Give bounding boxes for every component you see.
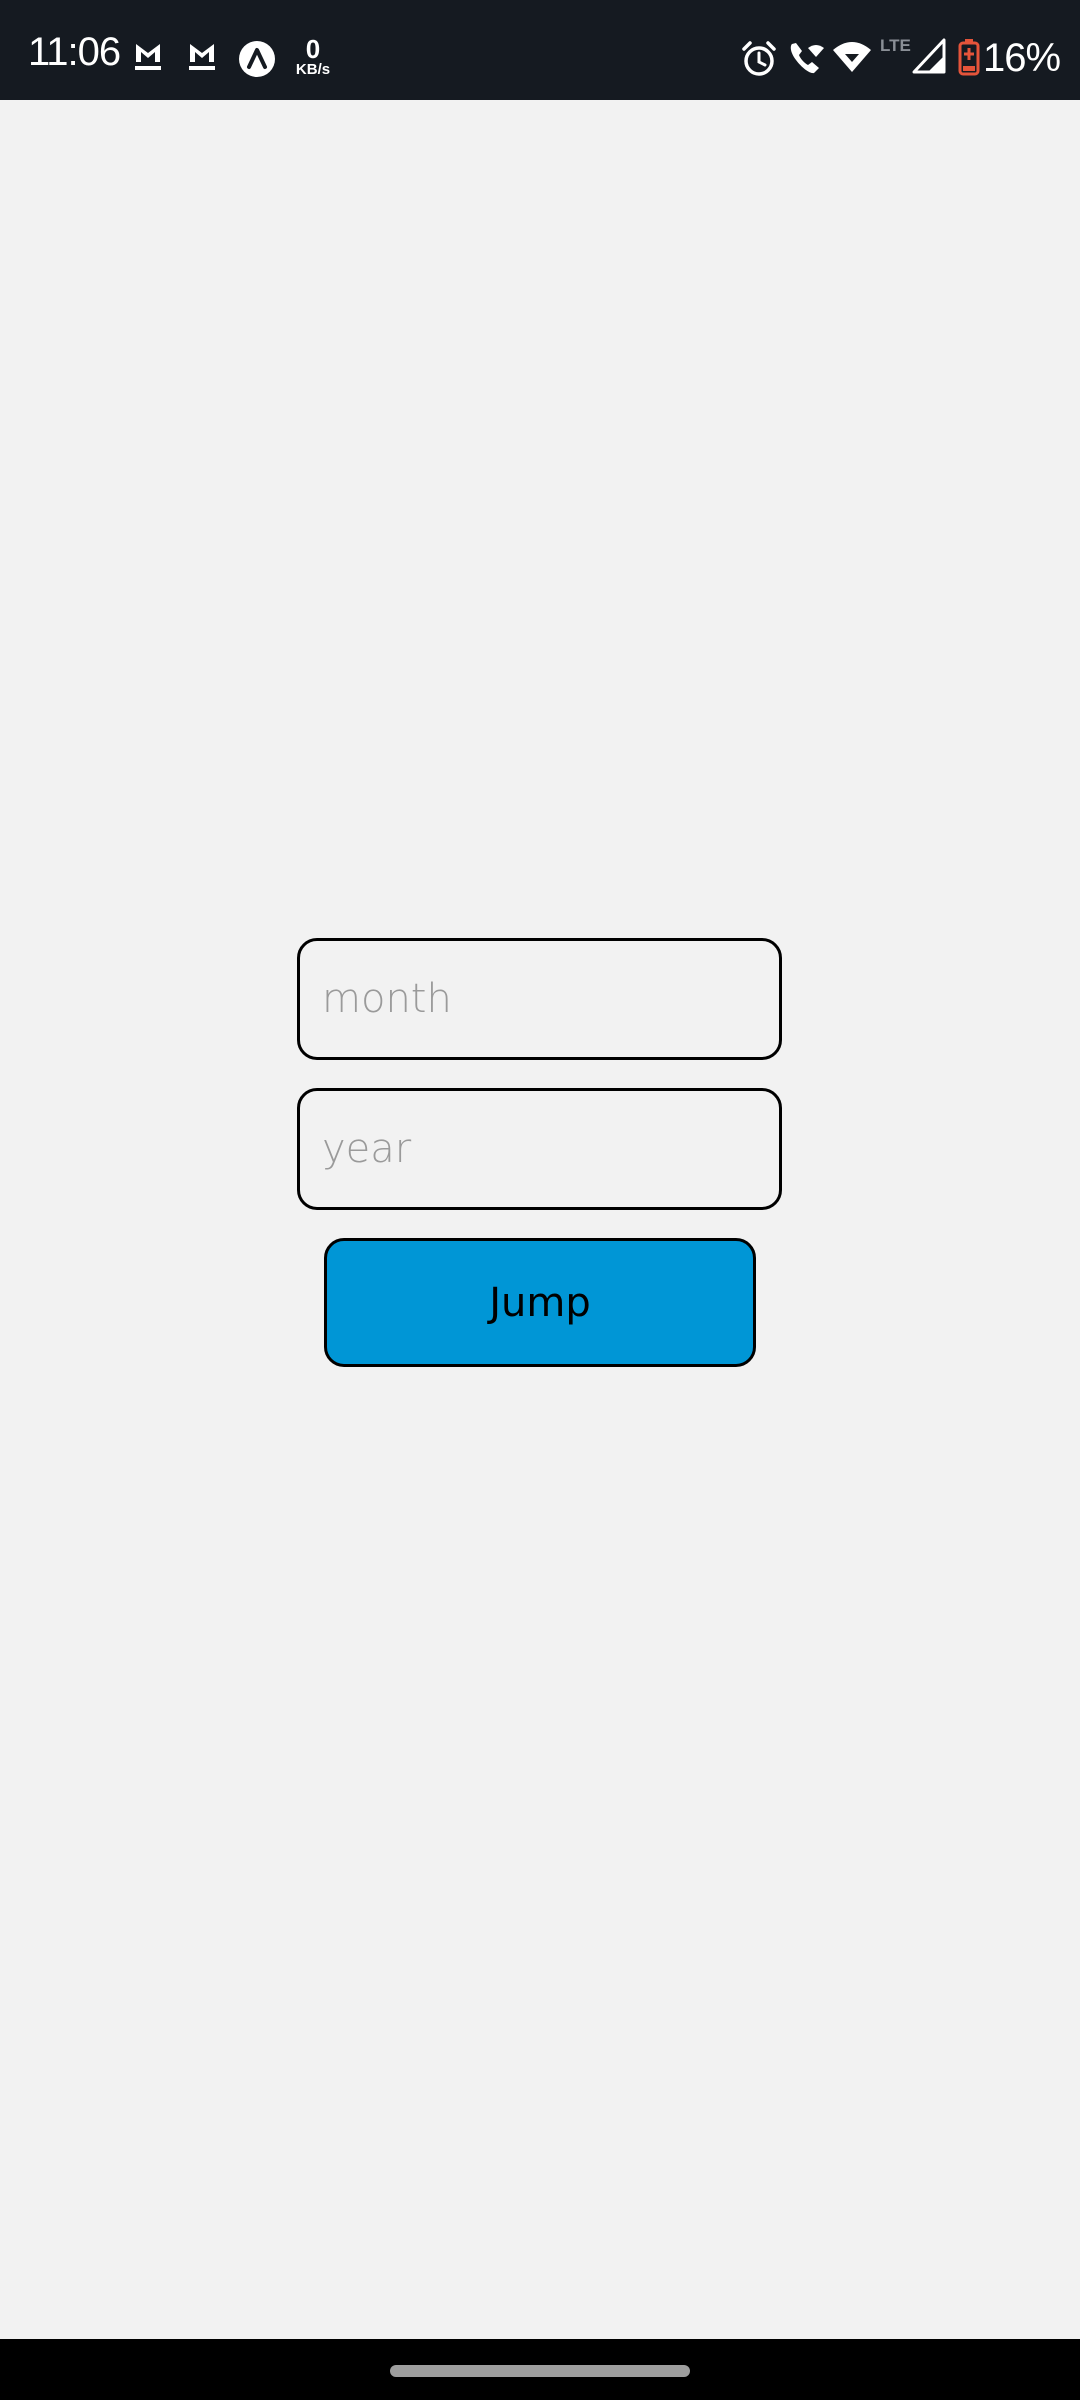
year-input[interactable] bbox=[297, 1088, 782, 1210]
wifi-icon bbox=[833, 42, 871, 72]
navigation-bar bbox=[0, 2339, 1080, 2400]
alarm-icon bbox=[742, 41, 776, 76]
network-speed: 0 KB/s bbox=[290, 36, 336, 78]
jump-button[interactable]: Jump bbox=[324, 1238, 756, 1367]
battery-icon bbox=[958, 39, 980, 76]
home-gesture-handle[interactable] bbox=[390, 2365, 690, 2377]
battery-percent: 16% bbox=[983, 36, 1061, 80]
network-type-label: LTE bbox=[880, 36, 911, 55]
gmail-icon bbox=[135, 44, 161, 70]
status-time: 11:06 bbox=[28, 30, 121, 74]
month-input[interactable] bbox=[297, 938, 782, 1060]
wifi-call-icon bbox=[790, 43, 824, 74]
status-bar: 11:06 0 KB/s LTE 16% bbox=[0, 0, 1080, 100]
network-speed-value: 0 bbox=[305, 34, 321, 64]
signal-icon bbox=[912, 38, 946, 74]
network-speed-unit: KB/s bbox=[295, 61, 331, 78]
arc-app-icon bbox=[239, 41, 275, 77]
gmail-icon bbox=[189, 44, 215, 70]
